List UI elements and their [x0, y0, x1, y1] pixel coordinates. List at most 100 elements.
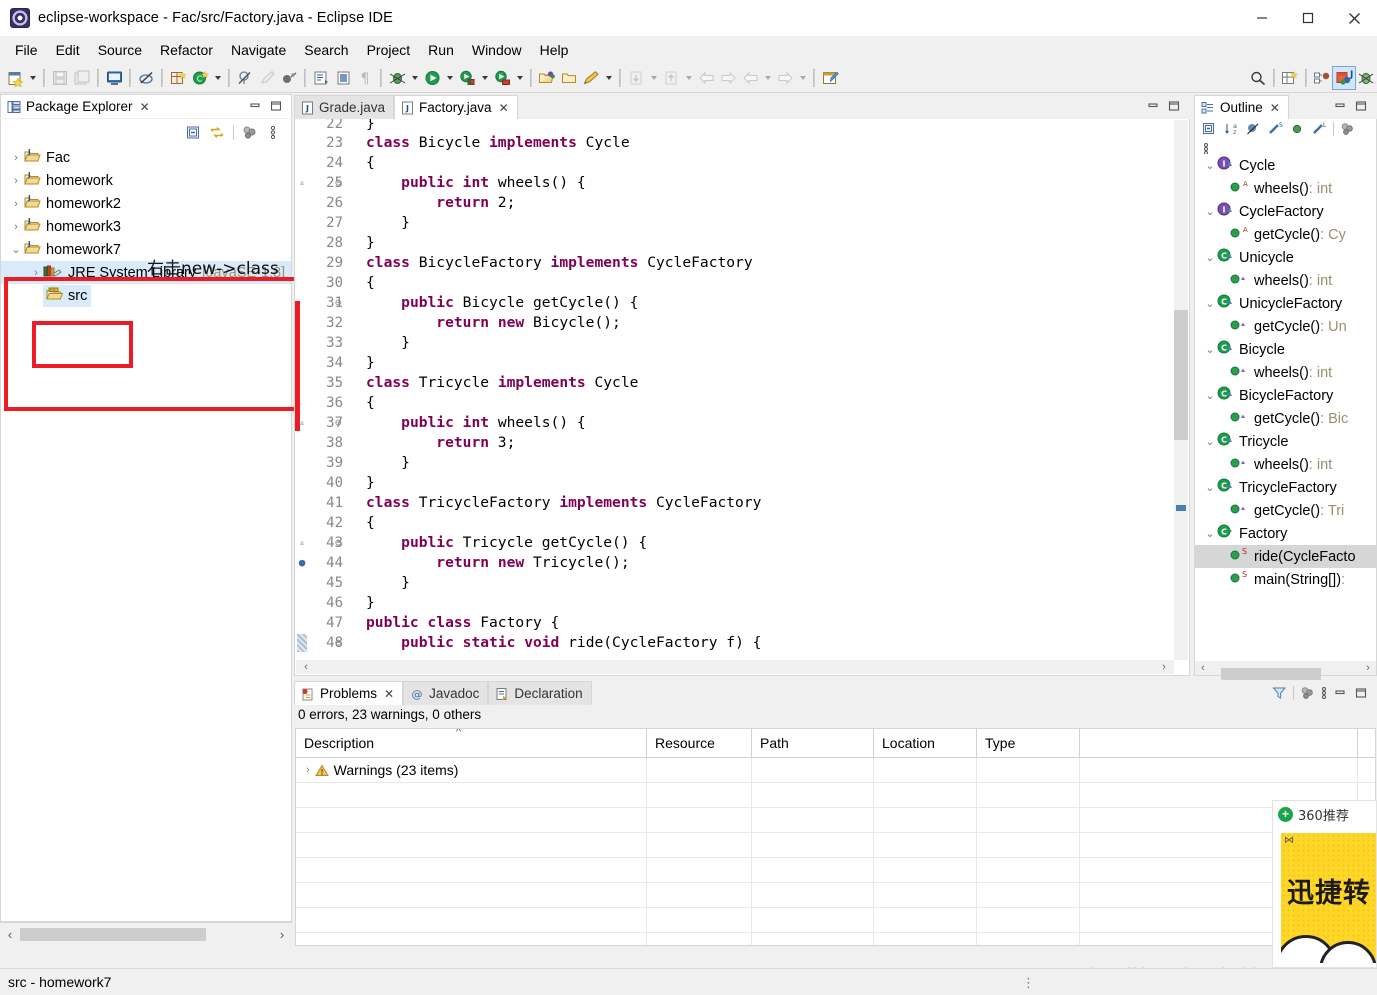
navigate-back-dropdown-icon[interactable]	[761, 67, 774, 89]
code-line[interactable]: 29 class BicycleFactory implements CycleF…	[295, 253, 1189, 273]
menu-help[interactable]: Help	[531, 39, 578, 61]
java-browsing-perspective-icon[interactable]	[1311, 67, 1333, 89]
new-editor-icon[interactable]	[819, 67, 841, 89]
code-line[interactable]: 45 }	[295, 573, 1189, 593]
minimize-icon[interactable]	[1143, 96, 1163, 115]
menu-file[interactable]: File	[6, 39, 47, 61]
scroll-right-icon[interactable]: ›	[272, 924, 292, 946]
skip-all-breakpoints-icon[interactable]	[234, 67, 256, 89]
outline-item[interactable]: wheels() : int	[1195, 361, 1376, 384]
package-explorer-tree[interactable]: › J Fac › J homework › J homework2 › J h…	[0, 146, 292, 922]
back-icon[interactable]	[695, 67, 717, 89]
problems-column-header[interactable]: Path	[752, 729, 874, 757]
chevron-right-icon[interactable]: ›	[306, 764, 310, 776]
minimize-icon[interactable]	[1330, 96, 1350, 115]
code-line[interactable]: 35 class Tricycle implements Cycle	[295, 373, 1189, 393]
code-line[interactable]: 26 return 2;	[295, 193, 1189, 213]
menu-source[interactable]: Source	[89, 39, 151, 61]
tree-item-homework[interactable]: › J homework	[1, 169, 291, 192]
minimize-icon[interactable]	[245, 96, 265, 115]
maximize-button[interactable]	[1285, 0, 1331, 36]
open-type-icon[interactable]	[310, 67, 332, 89]
tab-javadoc[interactable]: @ Javadoc	[403, 681, 489, 705]
problems-column-header[interactable]	[1080, 729, 1358, 757]
outline-item[interactable]: ⌄ C Unicycle	[1195, 246, 1376, 269]
outline-item[interactable]: getCycle() : Tri	[1195, 499, 1376, 522]
external-tools-icon[interactable]	[456, 67, 478, 89]
new-java-package-icon[interactable]	[167, 67, 189, 89]
outline-item[interactable]: ⌄ C TricycleFactory	[1195, 476, 1376, 499]
code-line[interactable]: ▵ 43 ⊖ public Tricycle getCycle() {	[295, 533, 1189, 553]
hide-static-icon[interactable]: S	[1265, 120, 1285, 139]
problems-column-header[interactable]: Description ^	[296, 729, 647, 757]
search-icon[interactable]	[1247, 67, 1269, 89]
outline-item[interactable]: Smain(String[]) :	[1195, 568, 1376, 591]
outline-item[interactable]: Sride(CycleFacto	[1195, 545, 1376, 568]
close-icon[interactable]: ✕	[499, 101, 509, 115]
code-line[interactable]: 39 }	[295, 453, 1189, 473]
chevron-down-icon[interactable]: ⌄	[1203, 159, 1217, 172]
chevron-down-icon[interactable]: ⌄	[1203, 205, 1217, 218]
open-folder-icon[interactable]	[558, 67, 580, 89]
outline-item[interactable]: ⌄ C BicycleFactory	[1195, 384, 1376, 407]
ad-popup[interactable]: + 360推荐 ⋈ 迅捷转	[1272, 800, 1377, 968]
table-row[interactable]: › Warnings (23 items)	[296, 758, 1375, 783]
editor-body[interactable]: 22} 23 class Bicycle implements Cycle 24{▵ 2…	[294, 119, 1190, 676]
outline-tree[interactable]: ⌄ I Cycle Awheels() : int ⌄ I CycleFactory Aget…	[1194, 154, 1377, 676]
run-icon[interactable]	[421, 67, 443, 89]
scroll-left-icon[interactable]: ‹	[1195, 661, 1211, 675]
chevron-down-icon[interactable]: ⌄	[1203, 343, 1217, 356]
problems-column-header[interactable]: Location	[874, 729, 977, 757]
menu-run[interactable]: Run	[419, 39, 463, 61]
table-row[interactable]	[296, 858, 1375, 883]
tree-item-homework3[interactable]: › J homework3	[1, 215, 291, 238]
chevron-right-icon[interactable]: ›	[9, 152, 23, 164]
menu-project[interactable]: Project	[358, 39, 420, 61]
table-row[interactable]	[296, 933, 1375, 945]
pencil-icon[interactable]	[580, 67, 602, 89]
code-line[interactable]: 40}	[295, 473, 1189, 493]
code-line[interactable]: 34}	[295, 353, 1189, 373]
hide-fields-icon[interactable]	[1243, 120, 1263, 139]
code-line[interactable]: 38 return 3;	[295, 433, 1189, 453]
new-perspective-icon[interactable]	[1279, 67, 1301, 89]
tab-problems[interactable]: Problems ✕	[294, 681, 404, 705]
code-text-area[interactable]: 22} 23 class Bicycle implements Cycle 24{▵ 2…	[295, 119, 1189, 675]
outline-item[interactable]: ⌄ C UnicycleFactory	[1195, 292, 1376, 315]
maximize-icon[interactable]	[1164, 96, 1184, 115]
debug-icon[interactable]	[386, 67, 408, 89]
problems-table[interactable]: Description ^ Resource Path Location Type › Wa…	[295, 728, 1376, 946]
java-perspective-icon[interactable]: J	[1332, 66, 1356, 90]
save-icon[interactable]	[49, 67, 71, 89]
outline-hscrollbar[interactable]: ‹ ›	[1195, 661, 1376, 682]
chevron-down-icon[interactable]: ⌄	[9, 243, 23, 256]
chevron-down-icon[interactable]: ⌄	[1203, 481, 1217, 494]
maximize-icon[interactable]	[1351, 683, 1371, 702]
code-line[interactable]: 41 class TricycleFactory implements Cycle…	[295, 493, 1189, 513]
tree-item-homework2[interactable]: › J homework2	[1, 192, 291, 215]
close-icon[interactable]: ✕	[1270, 101, 1280, 115]
outline-item[interactable]: getCycle() : Bic	[1195, 407, 1376, 430]
menu-refactor[interactable]: Refactor	[151, 39, 222, 61]
ad-image[interactable]: ⋈ 迅捷转	[1281, 833, 1376, 963]
minimize-icon[interactable]	[1330, 683, 1350, 702]
scroll-left-icon[interactable]: ‹	[296, 660, 316, 674]
previous-annotation-icon[interactable]	[660, 67, 682, 89]
code-line[interactable]: 28}	[295, 233, 1189, 253]
print-icon[interactable]	[103, 67, 125, 89]
code-line[interactable]: 27 }	[295, 213, 1189, 233]
open-task-icon[interactable]	[536, 67, 558, 89]
chevron-right-icon[interactable]: ›	[29, 267, 43, 279]
code-line[interactable]: 31 ⊖ public Bicycle getCycle() {	[295, 293, 1189, 313]
problems-column-header[interactable]: Resource	[647, 729, 752, 757]
link-with-editor-icon[interactable]	[207, 123, 227, 142]
sort-icon[interactable]: az	[1221, 120, 1241, 139]
code-line[interactable]: 36 {	[295, 393, 1189, 413]
editor-tab-factory-java[interactable]: J Factory.java ✕	[394, 95, 518, 119]
view-menu-dots-icon[interactable]	[1319, 683, 1329, 702]
outline-item[interactable]: getCycle() : Un	[1195, 315, 1376, 338]
new-java-class-dropdown-icon[interactable]	[211, 67, 224, 89]
outline-item[interactable]: ⌄ C Tricycle	[1195, 430, 1376, 453]
tree-item-src-selection[interactable]: src	[43, 284, 92, 307]
editor-hscrollbar[interactable]: ‹ ›	[296, 660, 1174, 674]
